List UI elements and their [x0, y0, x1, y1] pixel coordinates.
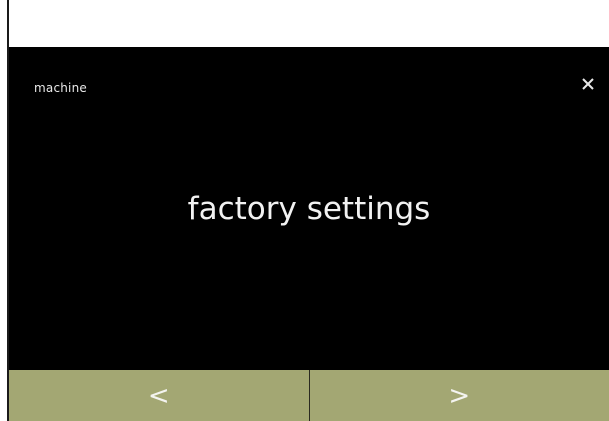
page: machine factory settings < > [0, 0, 609, 421]
close-button[interactable] [575, 71, 601, 97]
page-title: factory settings [187, 191, 431, 227]
navigation-bar: < > [9, 370, 609, 421]
next-button[interactable]: > [310, 370, 609, 421]
close-icon [582, 78, 594, 90]
previous-button[interactable]: < [9, 370, 309, 421]
display-screen: machine factory settings < > [9, 47, 609, 421]
chevron-left-icon: < [147, 380, 170, 411]
chevron-right-icon: > [448, 380, 471, 411]
section-label: machine [34, 81, 87, 95]
